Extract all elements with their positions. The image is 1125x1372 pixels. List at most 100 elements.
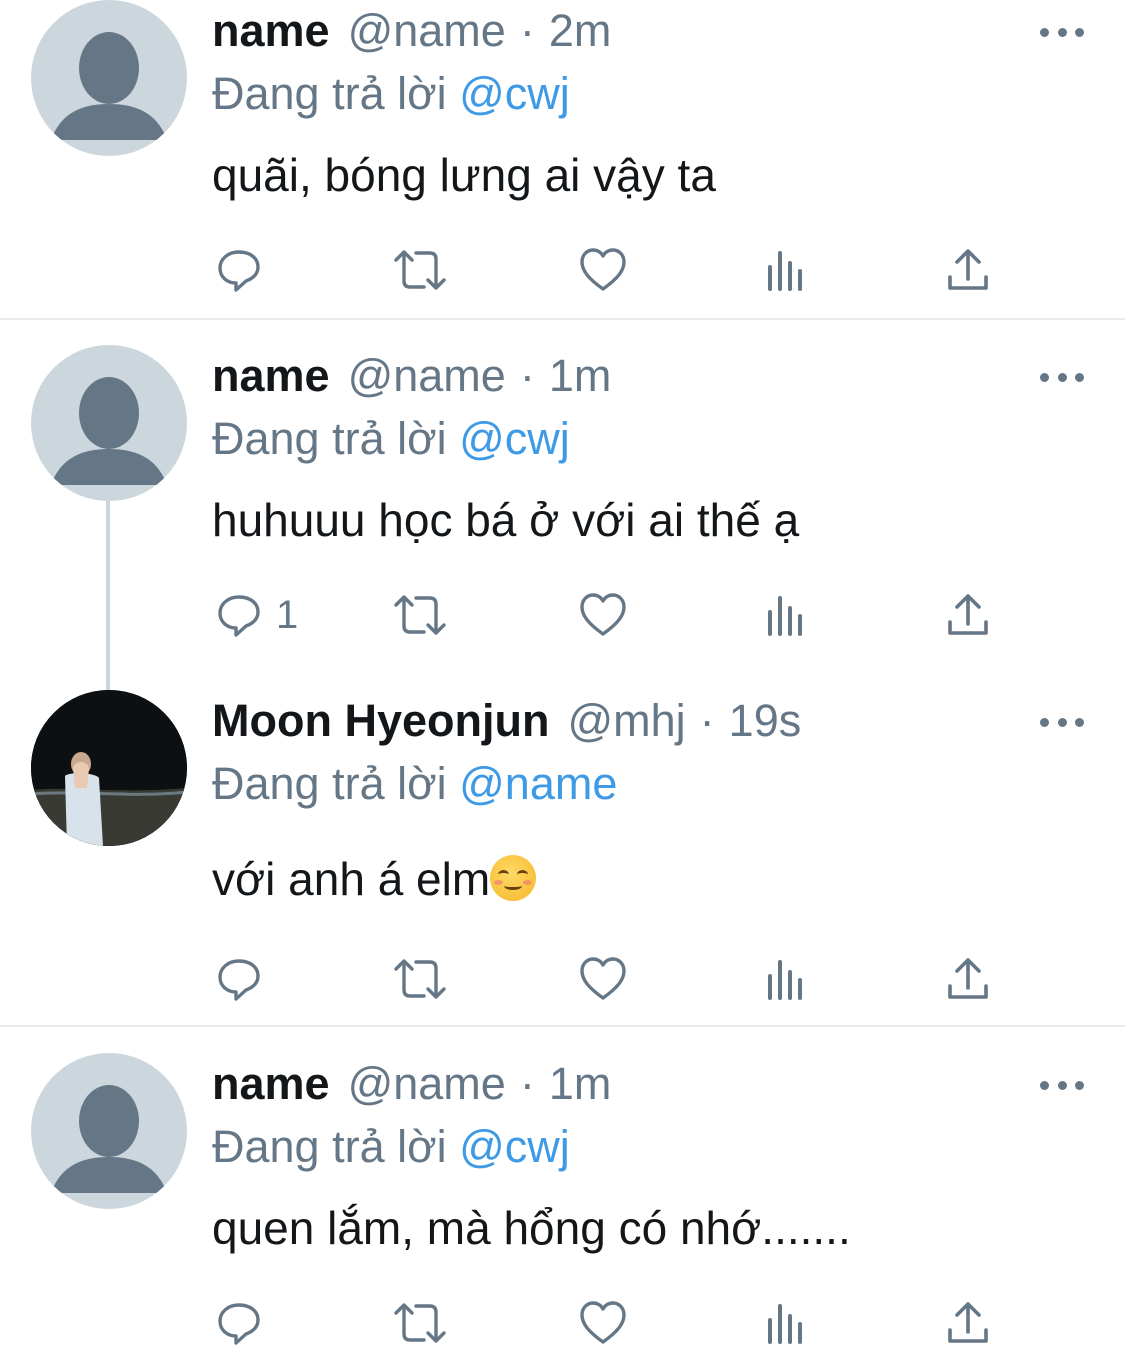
default-avatar-icon (51, 32, 167, 140)
reply-button[interactable] (216, 245, 276, 295)
like-icon (580, 1301, 626, 1344)
reply-icon (218, 1303, 260, 1345)
views-icon (768, 1304, 802, 1344)
mention-link[interactable]: @cwj (459, 413, 570, 464)
more-icon[interactable] (1040, 1075, 1084, 1095)
tweet-text: với anh á elm (212, 852, 537, 906)
avatar[interactable] (31, 1053, 187, 1209)
profile-photo (31, 690, 187, 846)
timestamp[interactable]: 1m (549, 350, 612, 402)
reply-count: 1 (276, 592, 299, 637)
tweet-header: name @name · 1m (212, 350, 611, 410)
reply-icon (218, 595, 260, 637)
retweet-button[interactable] (392, 590, 448, 640)
display-name[interactable]: name (212, 350, 330, 402)
tweet-header: Moon Hyeonjun @mhj · 19s (212, 695, 801, 755)
tweet-text: quãi, bóng lưng ai vậy ta (212, 149, 716, 201)
like-icon (580, 248, 626, 291)
retweet-button[interactable] (392, 1298, 448, 1348)
views-button[interactable] (765, 1298, 807, 1348)
tweet-header: name @name · 1m (212, 1058, 611, 1118)
handle[interactable]: @name (348, 1058, 506, 1110)
action-bar (212, 954, 1012, 1004)
replying-prefix: Đang trả lời (212, 1121, 447, 1172)
views-button[interactable] (765, 954, 807, 1004)
replying-prefix: Đang trả lời (212, 68, 447, 119)
replying-prefix: Đang trả lời (212, 758, 447, 809)
like-button[interactable] (579, 245, 627, 295)
more-icon[interactable] (1040, 712, 1084, 732)
views-button[interactable] (765, 590, 807, 640)
tweet[interactable]: name @name · 1m Đang trả lời @cwj quen l… (0, 1053, 1125, 1372)
like-button[interactable] (579, 590, 627, 640)
avatar[interactable] (31, 690, 187, 846)
reply-button[interactable] (216, 954, 276, 1004)
replying-to: Đang trả lời @name (212, 758, 617, 810)
retweet-icon (394, 250, 446, 290)
replying-to: Đang trả lời @cwj (212, 68, 570, 120)
retweet-icon (394, 1303, 446, 1343)
share-icon (948, 249, 988, 290)
divider (0, 318, 1125, 320)
action-bar (212, 1298, 1012, 1348)
avatar[interactable] (31, 345, 187, 501)
reply-button[interactable] (216, 1298, 276, 1348)
timestamp[interactable]: 1m (549, 1058, 612, 1110)
like-icon (580, 957, 626, 1000)
views-icon (768, 960, 802, 1000)
reply-button[interactable]: 1 (216, 590, 298, 640)
share-button[interactable] (946, 590, 990, 640)
tweet[interactable]: Moon Hyeonjun @mhj · 19s Đang trả lời @n… (0, 690, 1125, 1025)
tweet[interactable]: name @name · 2m Đang trả lời @cwj quãi, … (0, 0, 1125, 318)
separator-dot: · (519, 5, 535, 56)
like-icon (580, 593, 626, 636)
tweet-header: name @name · 2m (212, 5, 611, 65)
retweet-icon (394, 595, 446, 635)
retweet-icon (394, 959, 446, 999)
views-button[interactable] (765, 245, 807, 295)
share-icon (948, 594, 988, 635)
replying-prefix: Đang trả lời (212, 413, 447, 464)
handle[interactable]: @name (348, 350, 506, 402)
separator-dot: · (519, 350, 535, 401)
timestamp[interactable]: 2m (549, 5, 612, 57)
like-button[interactable] (579, 1298, 627, 1348)
separator-dot: · (519, 1058, 535, 1109)
retweet-button[interactable] (392, 245, 448, 295)
smiling-face-emoji (490, 855, 537, 901)
mention-link[interactable]: @cwj (459, 68, 570, 119)
mention-link[interactable]: @cwj (459, 1121, 570, 1172)
reply-icon (218, 959, 260, 1001)
divider (0, 1025, 1125, 1027)
tweet-text: quen lắm, mà hổng có nhớ....... (212, 1202, 851, 1254)
action-bar: 1 (212, 590, 1012, 640)
timestamp[interactable]: 19s (729, 695, 802, 747)
mention-link[interactable]: @name (459, 758, 617, 809)
handle[interactable]: @mhj (567, 695, 685, 747)
default-avatar-icon (51, 1085, 167, 1193)
tweet[interactable]: name @name · 1m Đang trả lời @cwj huhuuu… (0, 345, 1125, 675)
avatar[interactable] (31, 0, 187, 156)
more-icon[interactable] (1040, 367, 1084, 387)
share-icon (948, 958, 988, 999)
share-button[interactable] (946, 1298, 990, 1348)
replying-to: Đang trả lời @cwj (212, 413, 570, 465)
retweet-button[interactable] (392, 954, 448, 1004)
display-name[interactable]: Moon Hyeonjun (212, 695, 549, 747)
display-name[interactable]: name (212, 1058, 330, 1110)
share-button[interactable] (946, 954, 990, 1004)
display-name[interactable]: name (212, 5, 330, 57)
tweet-text-content: với anh á elm (212, 853, 491, 905)
tweet-text: huhuuu học bá ở với ai thế ạ (212, 494, 800, 546)
reply-icon (218, 250, 260, 292)
like-button[interactable] (579, 954, 627, 1004)
more-icon[interactable] (1040, 22, 1084, 42)
share-icon (948, 1302, 988, 1343)
replying-to: Đang trả lời @cwj (212, 1121, 570, 1173)
handle[interactable]: @name (348, 5, 506, 57)
separator-dot: · (699, 695, 715, 746)
views-icon (768, 251, 802, 291)
action-bar (212, 245, 1012, 295)
share-button[interactable] (946, 245, 990, 295)
views-icon (768, 596, 802, 636)
